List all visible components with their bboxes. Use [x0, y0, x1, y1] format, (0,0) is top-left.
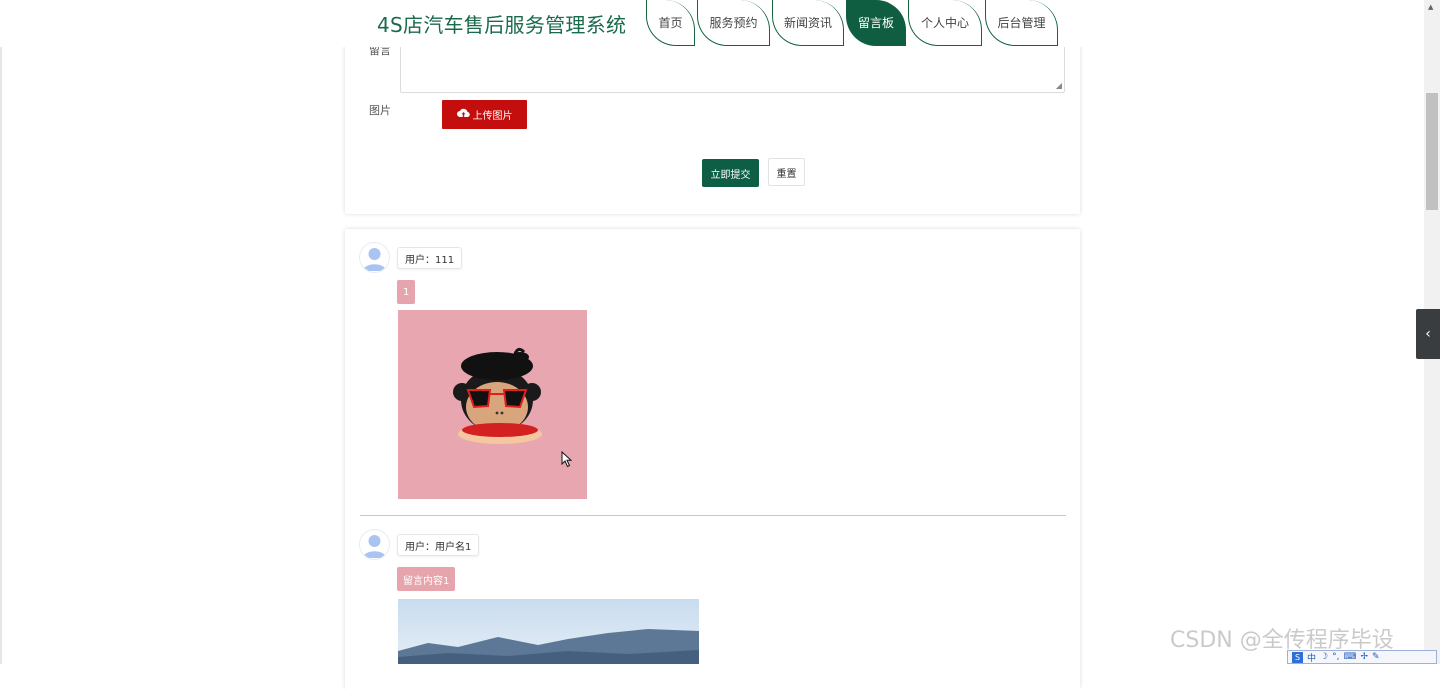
upload-image-button[interactable]: 上传图片	[442, 100, 527, 129]
comment-content-badge: 1	[397, 280, 416, 304]
nav-tab-news[interactable]: 新闻资讯	[772, 0, 844, 46]
page-left-border	[0, 0, 2, 664]
ime-logo-icon: S	[1292, 651, 1303, 663]
nav-tab-message-board[interactable]: 留言板	[846, 0, 906, 46]
mouse-cursor-icon	[561, 450, 573, 472]
resize-grip-icon[interactable]: ◢	[1056, 82, 1062, 90]
comment-content-badge: 留言内容1	[397, 567, 456, 591]
comment-image-mountains[interactable]	[398, 599, 699, 664]
default-user-icon	[363, 535, 386, 558]
cloud-upload-icon	[456, 108, 470, 121]
ime-mode-label[interactable]: 中	[1307, 651, 1316, 664]
moon-icon[interactable]: ☽	[1320, 652, 1328, 662]
comment-divider	[360, 515, 1066, 516]
nav-tab-service-booking[interactable]: 服务预约	[697, 0, 770, 46]
image-label: 图片	[369, 104, 391, 117]
avatar	[359, 529, 390, 560]
avatar	[359, 242, 390, 273]
comment-image-monkey[interactable]	[398, 310, 587, 499]
top-header: 4S店汽车售后服务管理系统 首页 服务预约 新闻资讯 留言板 个人中心 后台管理	[0, 0, 1424, 47]
nav-tab-admin[interactable]: 后台管理	[985, 0, 1058, 46]
nav-tab-personal-center[interactable]: 个人中心	[908, 0, 982, 46]
nav-tab-home[interactable]: 首页	[646, 0, 695, 46]
comment-user-tag: 用户：111	[397, 247, 463, 269]
reset-button[interactable]: 重置	[768, 158, 805, 186]
default-user-icon	[363, 248, 386, 271]
chevron-left-icon: ‹	[1425, 326, 1431, 342]
wrench-icon[interactable]: ✎	[1372, 652, 1380, 662]
comment-user-tag: 用户：用户名1	[397, 534, 480, 556]
scroll-up-arrow-icon[interactable]: ▲	[1428, 3, 1433, 11]
upload-button-label: 上传图片	[472, 111, 513, 122]
site-title: 4S店汽车售后服务管理系统	[377, 13, 627, 37]
ime-toolbar[interactable]: S 中 ☽ °, ⌨ ✢ ✎	[1287, 650, 1437, 664]
scrollbar-thumb[interactable]	[1426, 93, 1438, 210]
settings-icon[interactable]: ✢	[1360, 652, 1368, 662]
keyboard-icon[interactable]: ⌨	[1343, 652, 1356, 662]
side-panel-toggle[interactable]: ‹	[1416, 309, 1440, 359]
submit-button[interactable]: 立即提交	[702, 159, 759, 187]
punctuation-icon[interactable]: °,	[1332, 652, 1339, 662]
